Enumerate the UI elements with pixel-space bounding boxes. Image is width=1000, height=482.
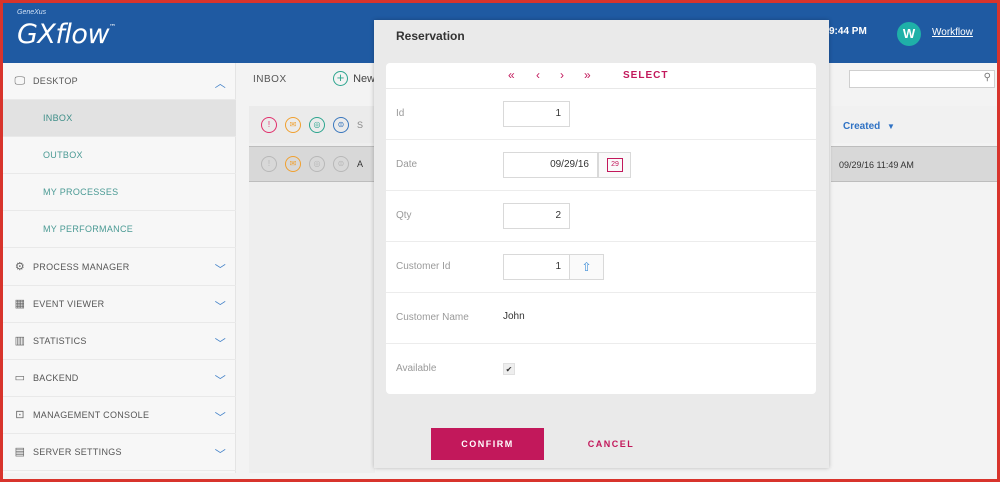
sidebar-item-label: DESKTOP (33, 76, 78, 86)
dialog-title: Reservation (396, 29, 465, 43)
qty-label: Qty (396, 210, 412, 221)
created-sort[interactable]: Created ▼ (843, 121, 895, 132)
priority-icon: ! (261, 156, 277, 172)
gear-icon: ⚙ (14, 261, 26, 273)
sidebar-item-management-console[interactable]: ⊡ MANAGEMENT CONSOLE ﹀ (3, 397, 236, 434)
next-record-button[interactable]: › (560, 68, 564, 82)
prev-record-button[interactable]: ‹ (536, 68, 540, 82)
breadcrumb: INBOX (253, 74, 287, 85)
last-record-button[interactable]: » (584, 68, 591, 82)
form-card: « ‹ › » SELECT Id 1 Date 09/29/16 29 Qty… (386, 63, 816, 394)
field-row-available: Available ✔ (386, 344, 816, 395)
sidebar: 🖵 DESKTOP ︿ INBOX OUTBOX MY PROCESSES MY… (3, 63, 236, 473)
chevron-down-icon: ﹀ (214, 412, 226, 424)
logo-text: GXflow (17, 19, 110, 50)
column-header: S (357, 120, 364, 130)
mail-icon: ✉ (285, 156, 301, 172)
record-navigation: « ‹ › » SELECT (386, 63, 816, 89)
console-icon: ⊡ (15, 409, 25, 421)
sidebar-item-label: STATISTICS (33, 336, 87, 346)
select-button[interactable]: SELECT (623, 70, 668, 81)
sidebar-item-backend[interactable]: ▭ BACKEND ﹀ (3, 360, 236, 397)
plus-icon: + (333, 71, 348, 86)
date-label: Date (396, 159, 418, 170)
sidebar-item-outbox[interactable]: OUTBOX (3, 137, 236, 174)
created-label: Created (843, 121, 881, 132)
reservation-dialog: Reservation « ‹ › » SELECT Id 1 Date 09/… (374, 20, 829, 468)
priority-icon[interactable]: ! (261, 117, 277, 133)
sidebar-item-statistics[interactable]: ▥ STATISTICS ﹀ (3, 323, 236, 360)
new-button-label: New (353, 73, 376, 85)
stats-icon: ▥ (14, 335, 26, 347)
sidebar-item-label: MANAGEMENT CONSOLE (33, 410, 150, 420)
chevron-down-icon: ﹀ (214, 301, 226, 313)
sidebar-item-my-processes[interactable]: MY PROCESSES (3, 174, 236, 211)
first-record-button[interactable]: « (508, 68, 515, 82)
user-link[interactable]: Workflow (932, 27, 973, 38)
list-header: ! ✉ ◎ ⊜ S (249, 106, 375, 143)
sidebar-item-server-settings[interactable]: ▤ SERVER SETTINGS ﹀ (3, 434, 236, 471)
status-icon: ◎ (309, 156, 325, 172)
event-icon: ▦ (14, 298, 26, 310)
field-row-id: Id 1 (386, 89, 816, 140)
settings-icon: ▤ (14, 446, 26, 458)
monitor-icon: 🖵 (14, 75, 26, 87)
table-row-created[interactable]: 09/29/16 11:49 AM (831, 146, 997, 182)
calendar-icon: 29 (607, 158, 623, 172)
sidebar-item-label: SERVER SETTINGS (33, 447, 122, 457)
field-row-qty: Qty 2 (386, 191, 816, 242)
app-logo[interactable]: GXflow™ (17, 19, 116, 50)
sidebar-item-my-performance[interactable]: MY PERFORMANCE (3, 211, 236, 248)
app-frame: GeneXus GXflow™ 9:44 PM W Workflow 🖵 DES… (0, 0, 1000, 482)
sidebar-item-desktop[interactable]: 🖵 DESKTOP ︿ (3, 63, 236, 100)
table-row[interactable]: ! ✉ ◎ ⊜ A (249, 146, 375, 182)
filter-icon: ⊜ (333, 156, 349, 172)
id-field[interactable]: 1 (503, 101, 570, 127)
customer-prompt-button[interactable]: ⇧ (569, 254, 604, 280)
sort-down-icon: ▼ (887, 122, 895, 131)
row-text: A (357, 159, 364, 169)
date-field[interactable]: 09/29/16 (503, 152, 598, 178)
id-label: Id (396, 108, 405, 119)
filter-icon[interactable]: ⊜ (333, 117, 349, 133)
search-input[interactable]: ⚲ (849, 70, 995, 88)
new-button[interactable]: + New (333, 71, 375, 86)
avatar[interactable]: W (897, 22, 921, 46)
list-empty-area (831, 184, 997, 473)
available-checkbox[interactable]: ✔ (503, 363, 515, 375)
sidebar-item-process-manager[interactable]: ⚙ PROCESS MANAGER ﹀ (3, 249, 236, 286)
created-value: 09/29/16 11:49 AM (839, 160, 914, 170)
cancel-button[interactable]: CANCEL (576, 428, 646, 460)
chevron-down-icon: ﹀ (214, 338, 226, 350)
sidebar-item-inbox[interactable]: INBOX (3, 100, 236, 137)
status-icon[interactable]: ◎ (309, 117, 325, 133)
brand-small: GeneXus (17, 9, 47, 16)
available-label: Available (396, 363, 437, 374)
arrow-up-icon: ⇧ (581, 260, 592, 274)
field-row-customer-id: Customer Id 1 ⇧ (386, 242, 816, 293)
header-time: 9:44 PM (829, 26, 867, 37)
chevron-down-icon: ﹀ (214, 264, 226, 276)
sidebar-item-label: PROCESS MANAGER (33, 262, 130, 272)
field-row-date: Date 09/29/16 29 (386, 140, 816, 191)
sidebar-item-label: BACKEND (33, 373, 79, 383)
sidebar-item-event-viewer[interactable]: ▦ EVENT VIEWER ﹀ (3, 286, 236, 323)
search-icon[interactable]: ⚲ (984, 72, 991, 83)
customer-id-field[interactable]: 1 (503, 254, 570, 280)
confirm-button[interactable]: CONFIRM (431, 428, 544, 460)
chevron-up-icon: ︿ (214, 78, 226, 90)
calendar-button[interactable]: 29 (598, 152, 631, 178)
mail-icon[interactable]: ✉ (285, 117, 301, 133)
backend-icon: ▭ (14, 372, 26, 384)
chevron-down-icon: ﹀ (214, 449, 226, 461)
sidebar-item-label: EVENT VIEWER (33, 299, 105, 309)
customer-id-label: Customer Id (396, 261, 451, 272)
customer-name-value: John (503, 311, 525, 322)
chevron-down-icon: ﹀ (214, 375, 226, 387)
field-row-customer-name: Customer Name John (386, 293, 816, 344)
customer-name-label: Customer Name (396, 312, 469, 323)
qty-field[interactable]: 2 (503, 203, 570, 229)
